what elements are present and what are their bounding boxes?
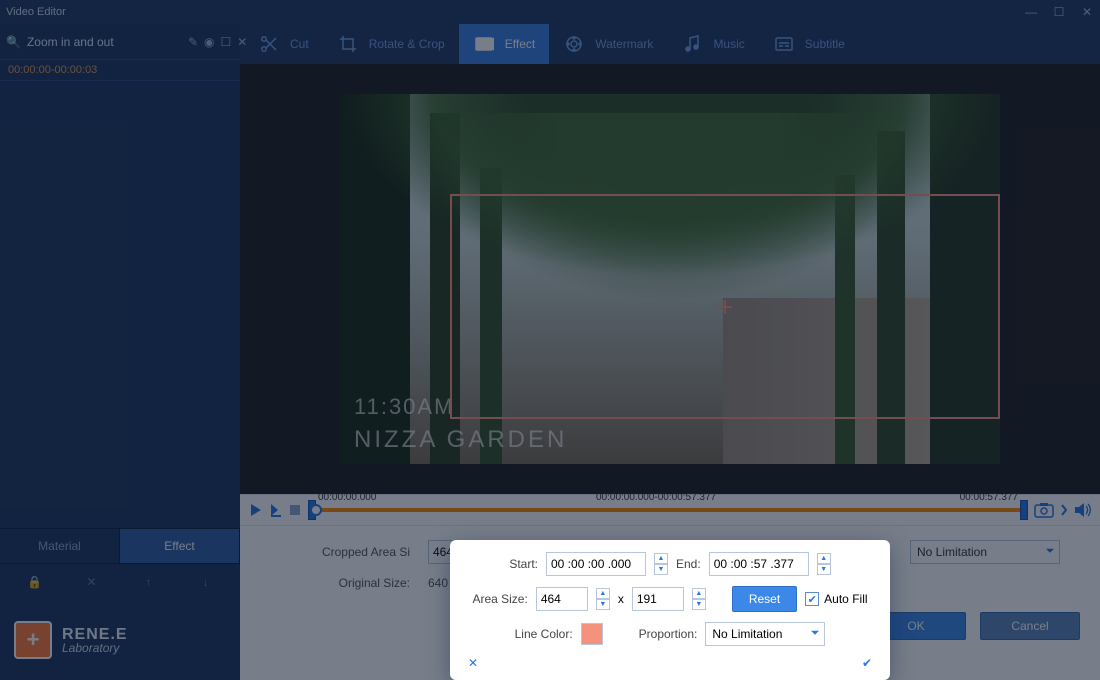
tool-rotate-label: Rotate & Crop (369, 37, 445, 51)
search-bar: 🔍 ✎ ◉ ☐ ✕ (0, 24, 240, 60)
brand-line2: Laboratory (62, 641, 128, 655)
end-time-input[interactable] (709, 552, 809, 576)
music-icon (681, 33, 703, 55)
original-size-label: Original Size: (280, 576, 410, 590)
popup-confirm-icon[interactable]: ✔ (862, 656, 872, 670)
move-down-icon[interactable]: ↓ (194, 575, 218, 589)
play-icon[interactable] (248, 502, 264, 518)
area-width-input[interactable] (536, 587, 588, 611)
tool-subtitle[interactable]: Subtitle (759, 24, 859, 64)
tool-cut[interactable]: Cut (244, 24, 323, 64)
video-canvas[interactable]: 11:30AM NIZZA GARDEN (340, 94, 1000, 464)
scissors-icon (258, 33, 280, 55)
tool-watermark-label: Watermark (595, 37, 653, 51)
crop-settings-popup: Start: ▲▼ End: ▲▼ Area Size: ▲▼ x ▲▼ Res… (450, 540, 890, 680)
tool-subtitle-label: Subtitle (805, 37, 845, 51)
area-height-stepper[interactable]: ▲▼ (692, 588, 706, 610)
time-end: 00:00:57.377 (960, 492, 1018, 503)
move-up-icon[interactable]: ↑ (137, 575, 161, 589)
effect-icon (473, 33, 495, 55)
snapshot-icon[interactable] (1034, 502, 1054, 518)
eye-icon[interactable]: ◉ (204, 35, 214, 49)
line-color-swatch[interactable] (581, 623, 603, 645)
area-height-input[interactable] (632, 587, 684, 611)
tool-music-label: Music (713, 37, 744, 51)
tool-cut-label: Cut (290, 37, 309, 51)
search-icon: 🔍 (6, 35, 21, 49)
end-label: End: (676, 557, 701, 571)
tool-rotate-crop[interactable]: Rotate & Crop (323, 24, 459, 64)
start-time-stepper[interactable]: ▲▼ (654, 553, 668, 575)
autofill-checkbox[interactable]: ✔ Auto Fill (805, 592, 867, 606)
tab-material[interactable]: Material (0, 529, 120, 563)
brand-logo-icon (14, 621, 52, 659)
crop-rectangle[interactable] (450, 194, 1000, 419)
checkbox-icon: ✔ (805, 592, 819, 606)
line-color-label: Line Color: (515, 627, 573, 641)
cancel-button[interactable]: Cancel (980, 612, 1080, 640)
range-handle-end[interactable] (1020, 500, 1028, 520)
reset-button[interactable]: Reset (732, 586, 797, 612)
clip-range[interactable]: 00:00:00-00:00:03 (0, 60, 240, 81)
sidebar: 🔍 ✎ ◉ ☐ ✕ 00:00:00-00:00:03 Material Eff… (0, 24, 240, 680)
search-input[interactable] (27, 35, 182, 49)
popup-cancel-icon[interactable]: ✕ (468, 656, 478, 670)
time-range: 00:00:00.000-00:00:57.377 (596, 492, 716, 503)
time-position: 00:00:00.000 (318, 492, 376, 503)
x-separator: x (618, 592, 624, 606)
playhead[interactable] (310, 504, 322, 516)
crop-icon (337, 33, 359, 55)
edit-icon[interactable]: ✎ (188, 35, 198, 49)
main-toolbar: Cut Rotate & Crop Effect Watermark Music… (240, 24, 1100, 64)
subtitle-icon (773, 33, 795, 55)
keep-ratio-select[interactable]: No Limitation (910, 540, 1060, 564)
cropped-size-label: Cropped Area Si (280, 545, 410, 559)
tool-watermark[interactable]: Watermark (549, 24, 667, 64)
start-time-input[interactable] (546, 552, 646, 576)
clear-icon[interactable]: ✕ (237, 35, 247, 49)
delete-icon[interactable]: ✕ (80, 575, 104, 589)
volume-icon[interactable] (1074, 502, 1092, 518)
step-forward-icon[interactable] (268, 502, 284, 518)
video-preview: 11:30AM NIZZA GARDEN (240, 64, 1100, 494)
tab-effect[interactable]: Effect (120, 529, 240, 563)
window-title: Video Editor (6, 6, 66, 18)
minimize-icon[interactable]: — (1024, 5, 1038, 19)
close-icon[interactable]: ✕ (1080, 5, 1094, 19)
timeline-track[interactable]: 00:00:00.000 00:00:00.000-00:00:57.377 0… (308, 494, 1028, 526)
proportion-select[interactable]: No Limitation (705, 622, 825, 646)
proportion-label: Proportion: (639, 627, 698, 641)
tool-effect-label: Effect (505, 37, 535, 51)
title-bar: Video Editor — ☐ ✕ (0, 0, 1100, 24)
tool-music[interactable]: Music (667, 24, 758, 64)
area-width-stepper[interactable]: ▲▼ (596, 588, 610, 610)
lock-icon[interactable]: 🔒 (23, 575, 47, 589)
expand-icon[interactable] (1060, 503, 1068, 517)
watermark-icon (563, 33, 585, 55)
end-time-stepper[interactable]: ▲▼ (817, 553, 831, 575)
maximize-icon[interactable]: ☐ (1052, 5, 1066, 19)
stop-icon[interactable] (288, 503, 302, 517)
brand: RENE.E Laboratory (0, 600, 240, 680)
sidebar-ops: 🔒 ✕ ↑ ↓ (0, 564, 240, 600)
start-label: Start: (509, 557, 538, 571)
playback-bar: 00:00:00.000 00:00:00.000-00:00:57.377 0… (240, 494, 1100, 526)
tool-effect[interactable]: Effect (459, 24, 549, 64)
area-size-label: Area Size: (472, 592, 527, 606)
copy-icon[interactable]: ☐ (221, 35, 232, 49)
autofill-label: Auto Fill (824, 592, 867, 606)
watermark-place: NIZZA GARDEN (354, 426, 567, 454)
